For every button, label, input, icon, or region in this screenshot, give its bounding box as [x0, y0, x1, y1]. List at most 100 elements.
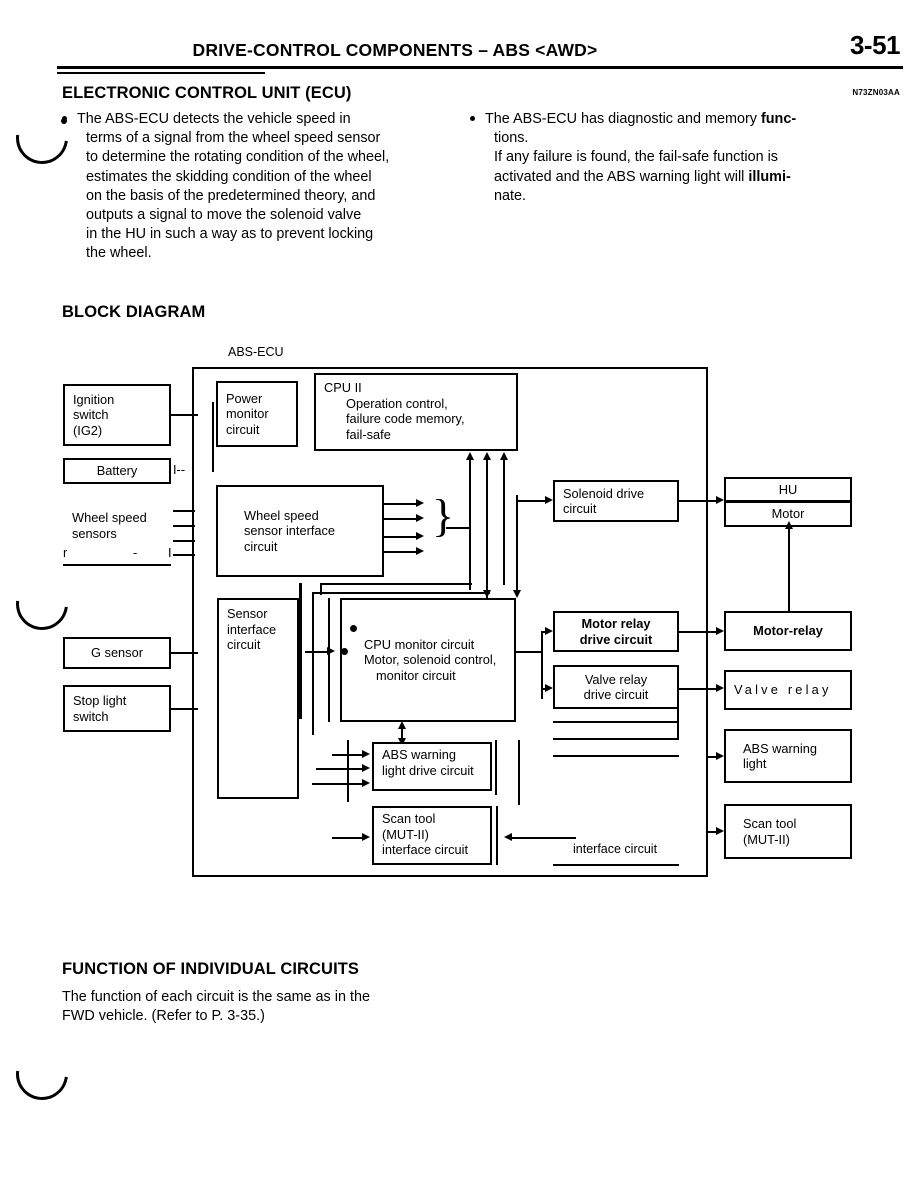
arrow-scan-tool-iface-in — [504, 833, 512, 841]
abs-warn-drive-line1: ABS warning — [382, 747, 456, 762]
bullet-right-line-1b: func- — [760, 111, 797, 127]
cpu2-title: CPU II — [324, 380, 362, 395]
bus-feedback-v1 — [320, 583, 322, 595]
valve-relay-label: Valve relay — [734, 682, 832, 698]
valve-relay-drive-bottom-rule — [553, 721, 679, 723]
arrow-to-motor-relay-drive — [545, 627, 553, 635]
box-motor-relay: Motor-relay — [724, 611, 852, 651]
scan-tool-iface-right-v — [496, 806, 498, 865]
ws-out-3 — [384, 536, 416, 538]
monitor-bullet-1 — [350, 625, 357, 632]
iface-rule-1 — [553, 738, 679, 740]
wire-to-abs-warning-light — [708, 756, 716, 758]
bullet-marker-right — [470, 116, 475, 121]
wheel-sensors-underline — [63, 564, 171, 566]
page-number: 3-51 — [849, 30, 901, 60]
function-body: The function of each circuit is the same… — [62, 988, 482, 1026]
ws-bundle-brace: } — [432, 490, 455, 541]
motor-label: Motor — [771, 506, 805, 522]
box-g-sensor: G sensor — [63, 637, 171, 669]
bullet-left-line-1: The ABS-ECU detects the vehicle speed in — [77, 111, 351, 127]
sensor-interface-line3: circuit — [227, 637, 261, 652]
box-solenoid-drive-circuit: Solenoid drive circuit — [553, 480, 679, 522]
bullet-left-line-4: estimates the skidding condition of the … — [86, 168, 372, 185]
wire-solenoid-drive-out — [679, 500, 716, 502]
bus-up-2 — [486, 460, 488, 600]
scan-tool-iface-line2: (MUT-II) — [382, 826, 429, 842]
abs-warning-light-line2: light — [743, 756, 767, 771]
abs-warn-drive-right-v2 — [518, 740, 520, 805]
arrow-to-scan-tool-iface — [362, 833, 370, 841]
header-rule-thick — [57, 66, 903, 69]
ws-out-2 — [384, 518, 416, 520]
stop-light-switch-line2: switch — [73, 708, 109, 724]
bus-feedback-h1 — [320, 583, 472, 585]
sensor-interface-line1: Sensor — [227, 606, 268, 621]
arrow-monitor-up — [398, 721, 406, 729]
box-ignition-switch: Ignition switch (IG2) — [63, 384, 171, 446]
bus-up-1 — [469, 460, 471, 590]
monitor-item-2-line2: monitor circuit — [376, 667, 456, 683]
box-hu: HU — [724, 477, 852, 502]
box-cpu2: CPU II Operation control, failure code m… — [314, 373, 518, 451]
monitor-item-2-line1: Motor, solenoid control, — [364, 652, 497, 668]
page-header-title: DRIVE-CONTROL COMPONENTS – ABS <AWD> — [192, 40, 598, 60]
bus-down-2 — [516, 495, 518, 593]
scan-tool-line2: (MUT-II) — [743, 831, 790, 847]
wire-battery-fragment: I-- — [173, 462, 186, 477]
block-diagram: ABS-ECU Ignition switch (IG2) Battery I-… — [0, 340, 924, 885]
ws-out-1 — [384, 503, 416, 505]
scan-tool-iface-line3: interface circuit — [382, 842, 469, 857]
wire-scan-tool-iface-in — [512, 837, 576, 839]
bullet-left-text: The ABS-ECU detects the vehicle speed in… — [77, 110, 452, 264]
cpu2-line2: failure code memory, — [346, 411, 465, 426]
stop-light-switch-line1: Stop light — [73, 693, 127, 708]
power-monitor-line1: Power — [226, 390, 263, 406]
ws-interface-line2: sensor interface — [244, 523, 336, 539]
hu-label: HU — [778, 481, 798, 497]
wire-ws-1 — [173, 510, 195, 512]
wire-to-abs-warn-drive-2 — [316, 768, 362, 770]
monitor-bullet-2 — [341, 648, 348, 655]
function-body-line1: The function of each circuit is the same… — [62, 989, 370, 1005]
bullet-left: The ABS-ECU detects the vehicle speed in… — [62, 110, 452, 264]
abs-warning-light-line1: ABS warning — [743, 740, 817, 756]
arrow-to-scan-tool — [716, 827, 724, 835]
function-body-line2: FWD vehicle. (Refer to P. 3-35.) — [62, 1008, 265, 1025]
box-abs-warning-light-drive-circuit: ABS warning light drive circuit — [372, 742, 492, 791]
arrow-to-abs-warn-drive-2 — [362, 764, 370, 772]
ws-interface-line1: Wheel speed — [244, 507, 319, 523]
motor-relay-drive-line1: Motor relay — [581, 616, 651, 631]
motor-relay-drive-line2: drive circuit — [579, 631, 653, 647]
ignition-switch-line3: (IG2) — [73, 422, 103, 438]
wheel-speed-fragment-mid: - — [133, 545, 138, 560]
power-monitor-line3: circuit — [226, 421, 260, 437]
bus-feedback-h2 — [312, 592, 490, 594]
bullet-left-line-8: the wheel. — [86, 245, 152, 262]
bus-up-3 — [503, 460, 505, 585]
arrow-motor-relay-to-motor — [785, 521, 793, 529]
wire-ws-2 — [173, 525, 195, 527]
route-v-c — [328, 598, 330, 722]
box-wheel-speed-sensor-interface: Wheel speed sensor interface circuit — [216, 485, 384, 577]
cpu2-line1: Operation control, — [346, 395, 448, 411]
g-sensor-label: G sensor — [91, 645, 143, 661]
solenoid-drive-line1: Solenoid drive — [563, 485, 645, 501]
arrow-to-abs-warn-drive-1 — [362, 750, 370, 758]
bullet-left-line-5: on the basis of the predetermined theory… — [86, 187, 376, 204]
document-code: N73ZN03AA — [852, 88, 900, 97]
ws-out-arrow-3 — [416, 532, 424, 540]
ws-out-arrow-4 — [416, 547, 424, 555]
wheel-speed-sensors-line2: sensors — [72, 525, 117, 541]
bullet-right-line-4b: illumi- — [748, 168, 791, 185]
route-v-b — [312, 592, 314, 735]
wheel-speed-fragment-right: I — [168, 545, 172, 560]
bullet-right: The ABS-ECU has diagnostic and memory fu… — [470, 110, 870, 206]
sensor-interface-line2: interface — [227, 621, 277, 637]
wire-ignition-to-ecu — [171, 414, 198, 416]
box-valve-relay: Valve relay — [724, 670, 852, 710]
box-monitor-circuits: CPU monitor circuit Motor, solenoid cont… — [340, 598, 516, 722]
bullet-right-line-4a: activated and the ABS warning light will — [494, 168, 749, 185]
scan-tool-line1: Scan tool — [743, 816, 797, 831]
box-motor-relay-drive-circuit: Motor relay drive circuit — [553, 611, 679, 652]
